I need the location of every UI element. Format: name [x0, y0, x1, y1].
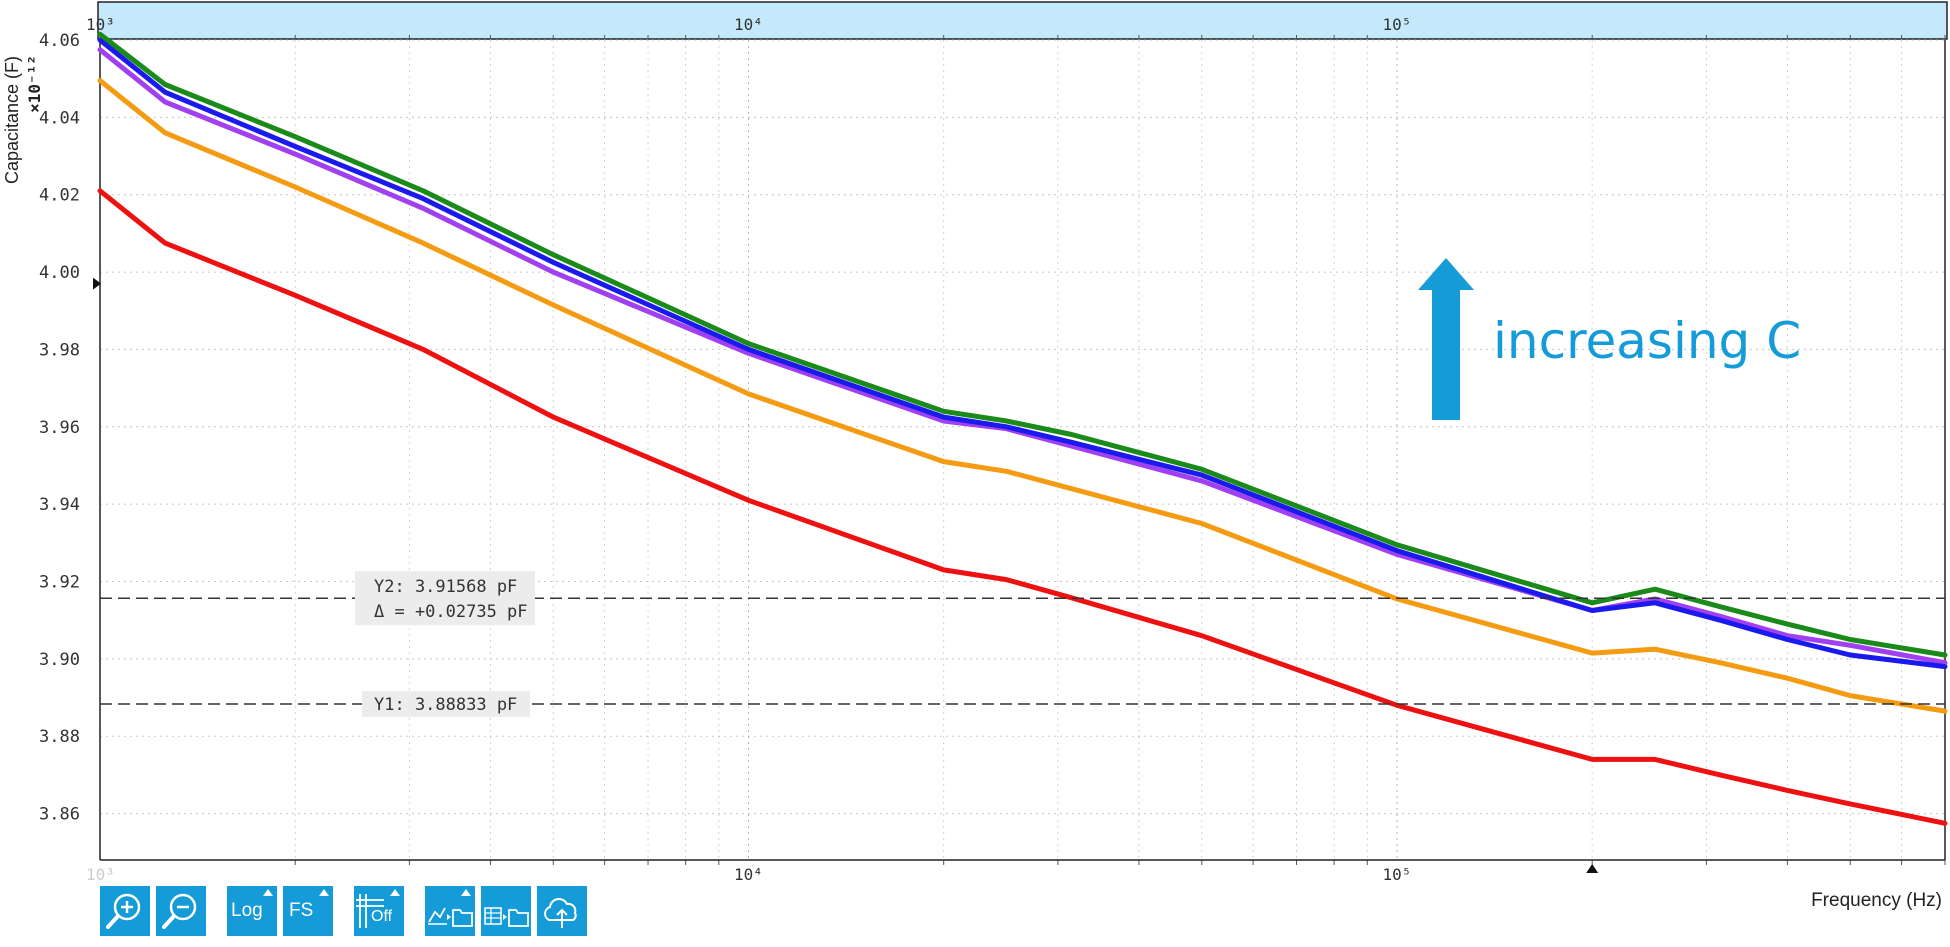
cursor-y1-label: Y1: 3.88833 pF [374, 695, 517, 715]
y-tick-label: 4.06 [39, 31, 80, 51]
x-tick-label-bottom: 10³ [86, 865, 115, 884]
top-axis-bar [97, 1, 1948, 40]
caret-up-icon [319, 889, 329, 896]
x-tick-label-top: 10⁵ [1383, 15, 1412, 34]
y-tick-label: 3.94 [39, 495, 80, 515]
x-tick-label-top: 10³ [86, 15, 115, 34]
y-tick-label: 3.90 [39, 650, 80, 670]
annotation-label: increasing C [1493, 312, 1801, 370]
chart-canvas: 3.86 3.88 3.90 3.92 3.94 3.96 3.98 4.00 4.02 4.04… [2, 1, 1948, 911]
fs-label: FS [289, 900, 314, 921]
caret-up-icon [263, 889, 273, 896]
x-tick-label-top: 10⁴ [734, 15, 763, 34]
cloud-upload-icon [544, 898, 577, 928]
chart: 3.86 3.88 3.90 3.92 3.94 3.96 3.98 4.00 4.02 4.04… [0, 0, 1950, 943]
y-tick-label: 4.00 [39, 263, 80, 283]
y-tick-label: 3.96 [39, 418, 80, 438]
export-table-button[interactable] [481, 886, 531, 936]
export-chart-button[interactable] [425, 886, 475, 936]
table-folder-icon [484, 907, 529, 927]
y-tick-label: 4.04 [39, 108, 80, 128]
upload-button[interactable] [537, 886, 587, 936]
annotation-arrow-head [1418, 258, 1474, 290]
y-tick-label: 3.92 [39, 573, 80, 593]
log-scale-button[interactable]: Log [227, 886, 277, 936]
x-tick-label-bottom: 10⁵ [1383, 865, 1412, 884]
full-scale-button[interactable]: FS [283, 886, 333, 936]
zoom-out-button[interactable] [156, 886, 206, 936]
y-axis-label: Capacitance (F) [2, 56, 22, 184]
series-line-1 [97, 188, 1948, 826]
x-axis-label: Frequency (Hz) [1811, 890, 1942, 911]
grid-off-label: Off [371, 908, 393, 925]
x-tick-label-bottom: 10⁴ [734, 865, 763, 884]
y-exponent-label: ×10⁻¹² [25, 55, 44, 113]
zoom-out-icon [162, 893, 197, 929]
cursor-delta-label: Δ = +0.02735 pF [374, 602, 528, 622]
y-tick-label: 4.02 [39, 186, 80, 206]
caret-up-icon [390, 889, 400, 896]
caret-up-icon [461, 889, 471, 896]
zoom-in-icon [106, 893, 141, 929]
y-tick-label: 3.88 [39, 727, 80, 747]
y-tick-label: 3.86 [39, 805, 80, 825]
grid-toggle-button[interactable]: Off [354, 886, 404, 936]
y-tick-label: 3.98 [39, 340, 80, 360]
log-label: Log [231, 900, 263, 921]
x-marker-icon [1586, 864, 1599, 873]
zoom-in-button[interactable] [100, 886, 150, 936]
annotation-arrow-shaft [1432, 290, 1460, 420]
cursor-y2-label: Y2: 3.91568 pF [374, 577, 517, 597]
